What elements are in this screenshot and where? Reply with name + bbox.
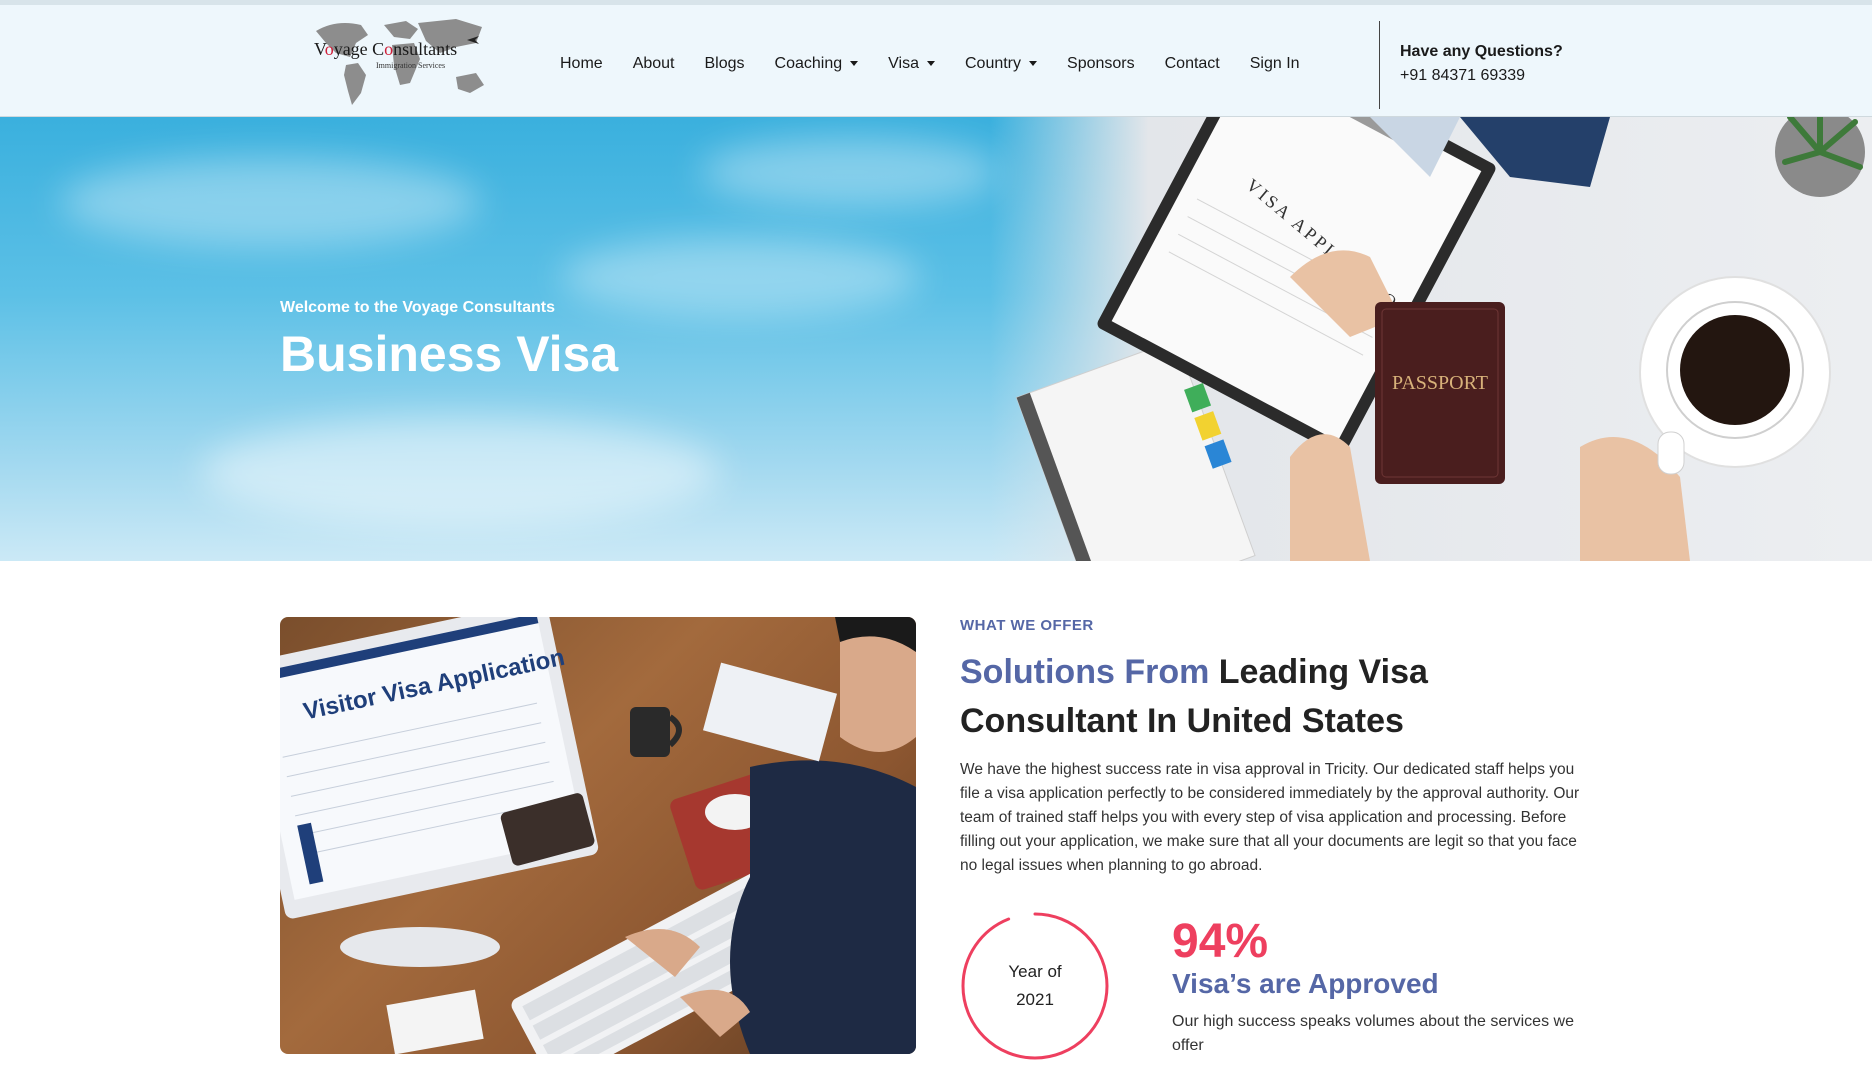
stat-title: Visa’s are Approved [1172,968,1439,999]
section-label: WHAT WE OFFER [960,617,1094,634]
site-header: Voyage Consultants Immigration Services … [0,0,1872,117]
ring-line-2: 2021 [1016,990,1054,1009]
cloud-shape [560,237,920,317]
contact-phone-link[interactable]: +91 84371 69339 [1400,67,1525,85]
hero-banner: VISA APPLICATION PASSPORT Welcome to the… [0,117,1872,561]
cloud-shape [200,417,720,527]
cloud-shape [700,137,1000,207]
ring-label: Year of 2021 [960,958,1110,1014]
office-photo: Visitor Visa Application [280,617,916,1054]
cloud-shape [60,157,480,247]
nav-contact[interactable]: Contact [1165,55,1220,73]
logo-tagline: Immigration Services [376,61,446,70]
nav-about[interactable]: About [633,55,675,73]
nav-sign-in[interactable]: Sign In [1250,55,1300,73]
stat-description: Our high success speaks volumes about th… [1172,1013,1574,1054]
hero-subtitle: Welcome to the Voyage Consultants [280,299,556,316]
hero-image: VISA APPLICATION PASSPORT [990,117,1872,561]
office-illustration: Visitor Visa Application [280,617,916,1054]
main-nav: Home About Blogs Coaching Visa Country S… [560,5,1330,122]
ring-line-1: Year of [1008,962,1062,981]
stat-value: 94% [1172,915,1269,968]
nav-home[interactable]: Home [560,55,603,73]
nav-blogs[interactable]: Blogs [705,55,745,73]
nav-country[interactable]: Country [965,55,1038,73]
chevron-down-icon [926,61,935,66]
header-divider [1379,21,1380,109]
logo[interactable]: Voyage Consultants Immigration Services [306,13,496,113]
hero-desk-illustration: VISA APPLICATION PASSPORT [1015,117,1865,561]
chevron-down-icon [1029,61,1038,66]
chevron-down-icon [850,61,859,66]
logo-wordmark: Voyage Consultants [314,39,458,59]
nav-visa[interactable]: Visa [888,55,935,73]
airplane-icon [467,36,479,44]
passport-text: PASSPORT [1392,372,1488,394]
section-title: Solutions From Leading Visa Consultant I… [960,648,1580,746]
hero-title: Business Visa [280,326,619,382]
contact-heading: Have any Questions? [1400,43,1563,60]
nav-sponsors[interactable]: Sponsors [1067,55,1135,73]
nav-coaching[interactable]: Coaching [775,55,859,73]
section-title-accent: Solutions From [960,653,1210,691]
section-body: We have the highest success rate in visa… [960,761,1580,874]
